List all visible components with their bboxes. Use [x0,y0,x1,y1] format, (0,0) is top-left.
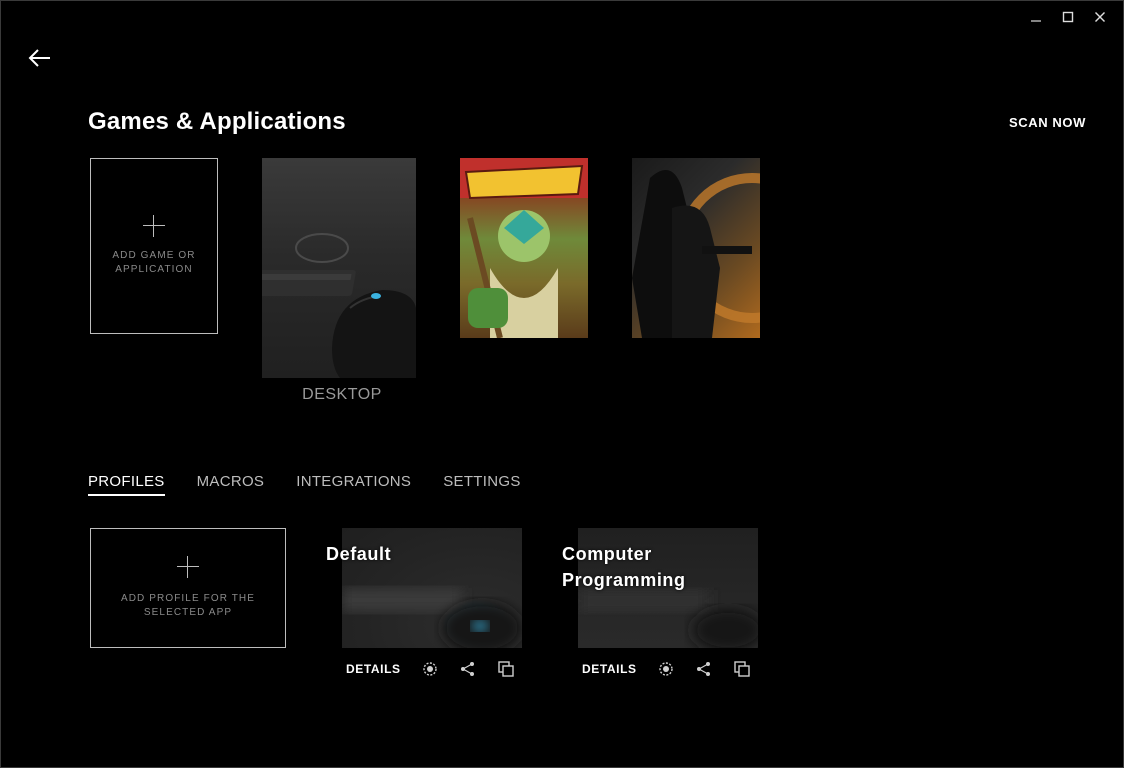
close-icon [1095,12,1105,22]
window-controls [1020,6,1116,28]
desktop-label: DESKTOP [302,386,382,403]
share-button[interactable] [695,660,713,678]
profile-actions-default: DETAILS [346,660,515,678]
plus-icon [143,215,165,237]
add-game-label: ADD GAME OR APPLICATION [112,250,196,275]
minimize-button[interactable] [1020,6,1052,28]
game-tile-desktop[interactable] [262,158,416,378]
game-tile-counter-strike[interactable] [632,158,760,338]
duplicate-button[interactable] [497,660,515,678]
target-icon [422,662,437,676]
tab-settings[interactable]: SETTINGS [443,473,520,496]
persistent-profile-button[interactable] [657,660,675,678]
close-button[interactable] [1084,6,1116,28]
persistent-profile-button[interactable] [421,660,439,678]
back-button[interactable] [26,46,54,70]
maximize-button[interactable] [1052,6,1084,28]
tab-macros[interactable]: MACROS [197,473,265,496]
desktop-mouse-image [262,233,416,378]
page-title: Games & Applications [88,108,346,135]
profile-actions-computer-programming: DETAILS [582,660,751,678]
maximize-icon [1062,11,1074,23]
share-button[interactable] [459,660,477,678]
counter-strike-cover-image [632,170,760,338]
plus-icon [177,556,199,578]
target-icon [658,662,673,676]
add-profile-label: ADD PROFILE FOR THE SELECTED APP [120,593,256,618]
scan-now-button[interactable]: SCAN NOW [1009,115,1086,130]
tab-profiles[interactable]: PROFILES [88,473,165,496]
details-button[interactable]: DETAILS [582,662,637,676]
arrow-left-icon [28,49,50,67]
details-button[interactable]: DETAILS [346,662,401,676]
game-tile-brawlhalla[interactable] [460,158,588,338]
add-profile-button[interactable]: ADD PROFILE FOR THE SELECTED APP [90,528,286,648]
profile-name-computer-programming: Computer Programming [562,544,686,590]
tab-integrations[interactable]: INTEGRATIONS [296,473,411,496]
brawlhalla-cover-image [460,158,588,338]
tab-bar: PROFILES MACROS INTEGRATIONS SETTINGS [88,473,521,496]
share-icon [460,662,474,676]
minimize-icon [1031,20,1041,22]
duplicate-icon [497,661,514,677]
duplicate-button[interactable] [733,660,751,678]
duplicate-icon [733,661,750,677]
share-icon [696,662,710,676]
add-game-button[interactable]: ADD GAME OR APPLICATION [90,158,218,334]
profile-name-default: Default [326,544,392,564]
